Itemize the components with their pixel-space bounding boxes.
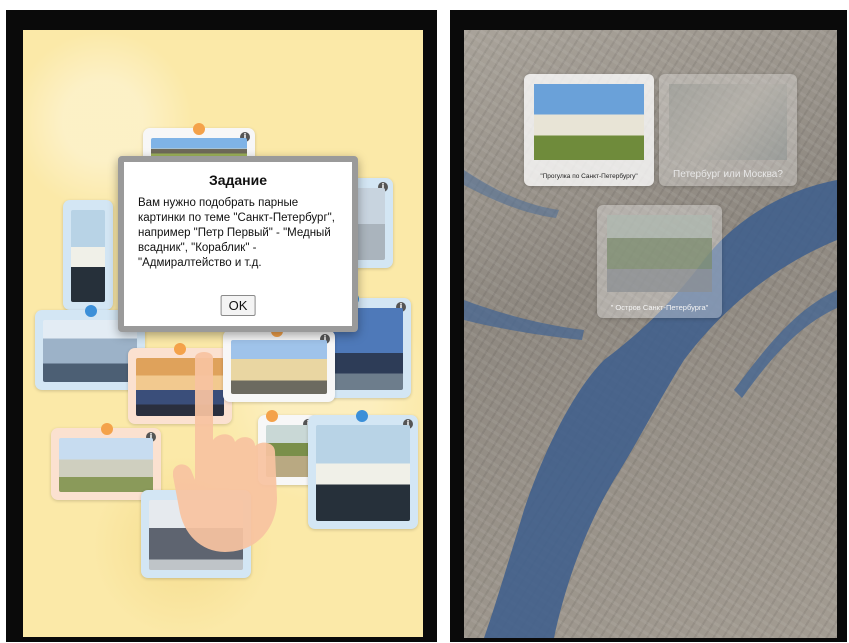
card-image	[669, 84, 787, 160]
card-left-partial[interactable]	[63, 200, 113, 310]
card-caption: Петербург или Москва?	[673, 169, 783, 180]
card-image	[607, 215, 712, 292]
orange-pin-icon	[101, 423, 113, 435]
blue-pin-icon	[85, 305, 97, 317]
orange-pin-icon	[193, 123, 205, 135]
dialog-title: Задание	[208, 172, 268, 188]
card-island-spb[interactable]: " Остров Санкт-Петербурга"	[597, 205, 722, 318]
card-bridge[interactable]: i	[308, 410, 418, 529]
ok-button[interactable]: OK	[220, 295, 256, 316]
card-image	[71, 210, 105, 302]
game-board: i i i i i i Задание Вам нужно подобрать …	[23, 30, 423, 637]
aerial-map: "Прогулка по Санкт-Петербургу" Петербург…	[464, 30, 837, 638]
card-caption: " Остров Санкт-Петербурга"	[610, 303, 709, 312]
blue-pin-icon	[356, 410, 368, 422]
task-dialog: Задание Вам нужно подобрать парные карти…	[118, 156, 358, 332]
hand-pointer-icon	[173, 352, 277, 552]
card-walk-spb[interactable]: "Прогулка по Санкт-Петербургу"	[524, 74, 654, 186]
card-spb-or-moscow[interactable]: Петербург или Москва?	[659, 74, 797, 186]
left-screen: i i i i i i Задание Вам нужно подобрать …	[6, 10, 437, 642]
card-kazan[interactable]: i	[51, 423, 161, 500]
card-image	[534, 84, 644, 160]
card-image	[316, 425, 410, 521]
dialog-text: Вам нужно подобрать парные картинки по т…	[138, 197, 335, 269]
right-screen: "Прогулка по Санкт-Петербургу" Петербург…	[450, 10, 847, 642]
card-caption: "Прогулка по Санкт-Петербургу"	[540, 173, 638, 180]
card-image	[59, 438, 153, 492]
